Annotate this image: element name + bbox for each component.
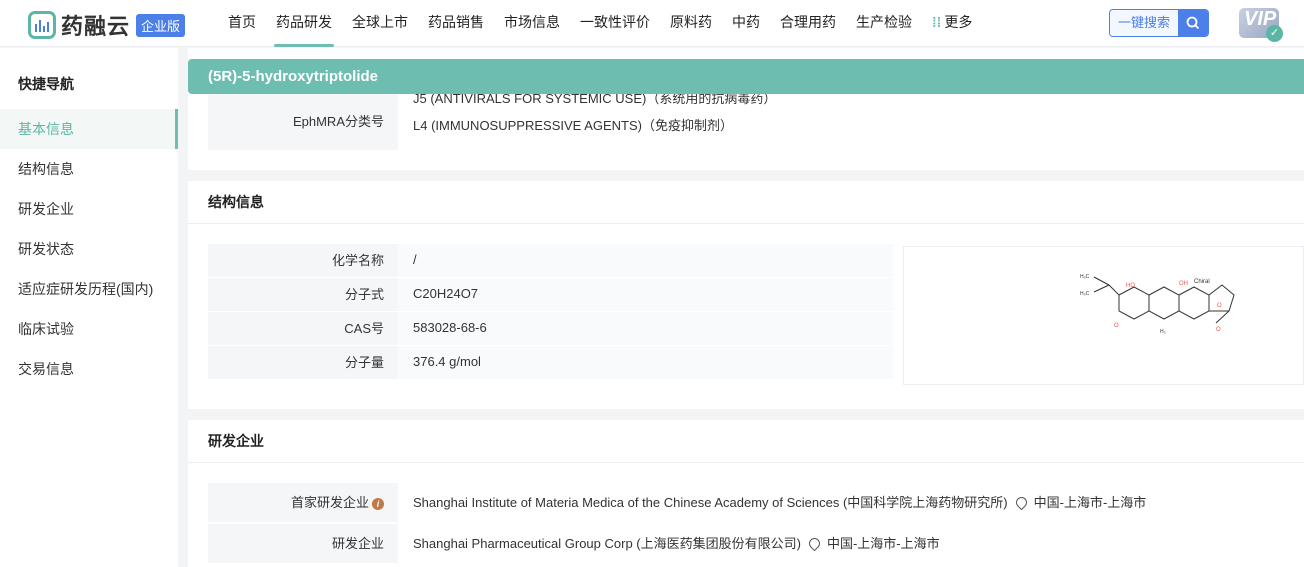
logo-icon [28, 11, 56, 39]
first-developer-label: 首家研发企业 [290, 495, 369, 510]
companies-heading: 研发企业 [188, 420, 1304, 463]
svg-text:O: O [1217, 303, 1222, 309]
quick-search-label[interactable]: 一键搜索 [1110, 10, 1179, 36]
svg-text:O: O [1216, 327, 1221, 333]
svg-text:O: O [1114, 323, 1119, 329]
ephmra-value: L4 (IMMUNOSUPPRESSIVE AGENTS)（免疫抑制剂） [413, 118, 733, 133]
nav-drug-sales[interactable]: 药品销售 [418, 0, 494, 47]
nav-tcm[interactable]: 中药 [722, 0, 770, 47]
structure-row: CAS号 583028-68-6 [208, 312, 893, 345]
sidebar-item-basic-info[interactable]: 基本信息 [0, 109, 178, 149]
structure-image[interactable]: Chiral HO OH O O O H₃C H₃C H₃ [903, 246, 1304, 385]
row-label: 首家研发企业 i [208, 483, 398, 522]
sidebar-item-indication-history[interactable]: 适应症研发历程(国内) [0, 269, 178, 309]
companies-card: 研发企业 首家研发企业 i Shanghai Institute of Mater… [188, 420, 1304, 567]
sidebar-title: 快捷导航 [18, 76, 74, 92]
company-row: 研发企业 Shanghai Pharmaceutical Group Corp … [208, 524, 1304, 563]
nav-drug-rnd[interactable]: 药品研发 [266, 0, 342, 47]
sidebar-item-status[interactable]: 研发状态 [0, 229, 178, 269]
row-value: Shanghai Pharmaceutical Group Corp (上海医药… [398, 524, 1304, 563]
top-bar: 药融云 企业版 首页 药品研发 全球上市 药品销售 市场信息 一致性评价 原料药… [0, 0, 1304, 47]
logo[interactable]: 药融云 企业版 [28, 9, 186, 41]
svg-text:H₃: H₃ [1160, 329, 1166, 335]
structure-heading: 结构信息 [188, 181, 1304, 224]
quick-nav-sidebar: 快捷导航 基本信息 结构信息 研发企业 研发状态 适应症研发历程(国内) 临床试… [0, 48, 178, 567]
row-value: C20H24O7 [398, 278, 893, 311]
nav-consistency[interactable]: 一致性评价 [570, 0, 660, 47]
info-icon[interactable]: i [372, 498, 384, 510]
nav-rational-use[interactable]: 合理用药 [770, 0, 846, 47]
ephmra-values: J5 (ANTIVIRALS FOR SYSTEMIC USE)（系统用的抗病毒… [398, 85, 1304, 150]
drug-title: (5R)-5-hydroxytriptolide [188, 59, 1304, 94]
nav-global-launch[interactable]: 全球上市 [342, 0, 418, 47]
grid-dots-icon: ⁞⁞ [932, 14, 942, 30]
location-icon [1013, 494, 1029, 511]
svg-text:H₃C: H₃C [1080, 274, 1090, 280]
ephmra-row: EphMRA分类号 J5 (ANTIVIRALS FOR SYSTEMIC US… [208, 85, 1304, 150]
structure-card: 结构信息 化学名称 / 分子式 C20H24O7 CAS号 583028-68-6 分… [188, 181, 1304, 409]
ephmra-label: EphMRA分类号 [208, 94, 398, 150]
main-nav: 首页 药品研发 全球上市 药品销售 市场信息 一致性评价 原料药 中药 合理用药… [218, 0, 982, 47]
company-location: 中国-上海市-上海市 [1033, 495, 1147, 510]
sidebar-item-transactions[interactable]: 交易信息 [0, 349, 178, 389]
row-label: 分子式 [208, 278, 398, 311]
row-value: 583028-68-6 [398, 312, 893, 345]
nav-more-label: 更多 [944, 14, 973, 30]
svg-text:HO: HO [1126, 283, 1135, 289]
row-label: 分子量 [208, 346, 398, 379]
svg-text:H₃C: H₃C [1080, 291, 1090, 297]
location-icon [806, 535, 823, 552]
nav-home[interactable]: 首页 [218, 0, 266, 47]
structure-row: 分子量 376.4 g/mol [208, 346, 893, 379]
row-label: 化学名称 [208, 244, 398, 277]
company-location: 中国-上海市-上海市 [826, 536, 940, 551]
sidebar-item-clinical-trials[interactable]: 临床试验 [0, 309, 178, 349]
company-row: 首家研发企业 i Shanghai Institute of Materia Me… [208, 483, 1304, 522]
search-icon [1186, 16, 1200, 30]
logo-text: 药融云 [61, 14, 131, 39]
company-name[interactable]: Shanghai Institute of Materia Medica of … [413, 495, 1008, 510]
row-value: 376.4 g/mol [398, 346, 893, 379]
company-name[interactable]: Shanghai Pharmaceutical Group Corp (上海医药… [413, 536, 801, 551]
edition-badge: 企业版 [136, 13, 186, 37]
row-value: Shanghai Institute of Materia Medica of … [398, 483, 1304, 522]
molecule-diagram: Chiral HO OH O O O H₃C H₃C H₃ [1080, 274, 1235, 335]
sidebar-item-companies[interactable]: 研发企业 [0, 189, 178, 229]
svg-text:OH: OH [1179, 281, 1188, 287]
check-icon: ✓ [1266, 25, 1283, 42]
nav-production[interactable]: 生产检验 [846, 0, 922, 47]
vip-badge[interactable]: VIP ✓ [1239, 8, 1283, 42]
nav-market-info[interactable]: 市场信息 [494, 0, 570, 47]
nav-more[interactable]: ⁞⁞ 更多 [922, 0, 982, 47]
row-label: 研发企业 [208, 524, 398, 563]
sidebar-item-structure[interactable]: 结构信息 [0, 149, 178, 189]
chiral-label: Chiral [1194, 279, 1210, 285]
search-button[interactable] [1178, 10, 1209, 36]
row-label: CAS号 [208, 312, 398, 345]
structure-row: 分子式 C20H24O7 [208, 278, 893, 311]
nav-api[interactable]: 原料药 [660, 0, 722, 47]
row-value: / [398, 244, 893, 277]
structure-row: 化学名称 / [208, 244, 893, 277]
quick-search[interactable]: 一键搜索 [1109, 9, 1210, 37]
